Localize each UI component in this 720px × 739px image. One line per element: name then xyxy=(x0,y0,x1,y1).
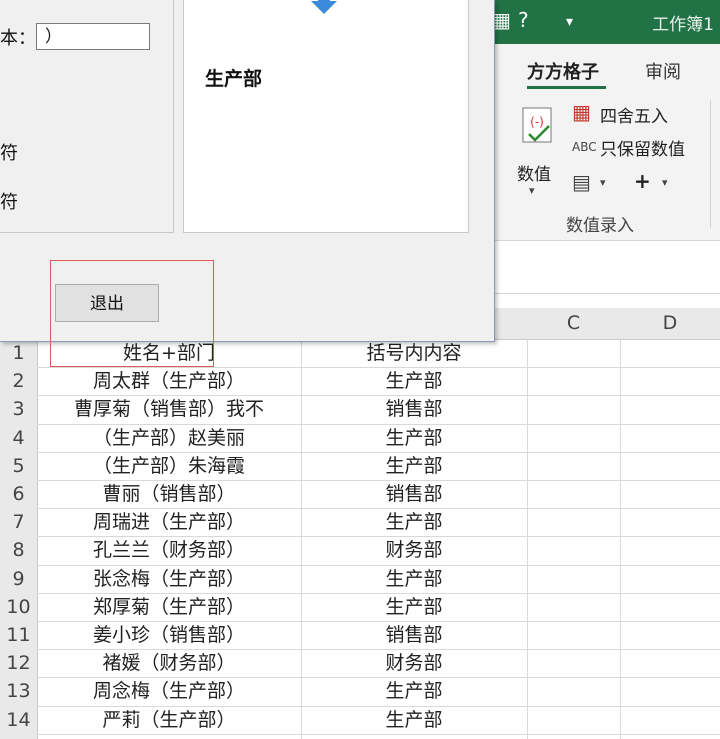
text-label: 本： xyxy=(0,28,36,49)
cell-bracket-content[interactable]: 财务部 xyxy=(301,649,527,677)
numeric-button[interactable]: (-) 数值 ▾ xyxy=(513,102,559,197)
cell-bracket-content[interactable]: 生产部 xyxy=(301,706,527,734)
preview-panel: 生产部 xyxy=(183,0,469,233)
cell-bracket-content[interactable]: 销售部 xyxy=(301,480,527,508)
help-icon[interactable]: ? xyxy=(518,8,529,32)
workbook-title: 工作簿1 xyxy=(652,15,714,35)
plus-icon[interactable]: + xyxy=(634,169,651,193)
chevron-down-icon: ▾ xyxy=(529,184,535,197)
option-label-1[interactable]: 符 xyxy=(0,139,18,165)
end-char-input[interactable]: ） xyxy=(36,23,150,50)
keep-numeric-button[interactable]: 只保留数值 xyxy=(600,135,685,160)
tab-fangfang[interactable]: 方方格子 xyxy=(527,58,599,84)
cell-bracket-content[interactable]: 生产部 xyxy=(301,677,527,705)
abc-icon: ABC xyxy=(572,140,597,154)
cell-name-dept[interactable]: 严莉（生产部） xyxy=(37,706,301,734)
cell-bracket-content[interactable]: 生产部 xyxy=(301,424,527,452)
row-header[interactable]: 4 xyxy=(0,424,37,452)
cell-bracket-content[interactable]: 生产部 xyxy=(301,452,527,480)
row-header[interactable]: 8 xyxy=(0,536,37,564)
row-header[interactable]: 14 xyxy=(0,706,37,734)
round-button[interactable]: 四舍五入 xyxy=(600,102,668,127)
cell-name-dept[interactable]: 曹丽（销售部） xyxy=(37,480,301,508)
chevron-down-icon[interactable]: ▾ xyxy=(600,176,606,189)
group-divider xyxy=(710,100,711,228)
row-header[interactable]: 1 xyxy=(0,339,37,367)
row-header[interactable]: 3 xyxy=(0,395,37,423)
cell-name-dept[interactable]: （生产部）朱海霞 xyxy=(37,452,301,480)
numeric-icon: (-) xyxy=(522,107,552,143)
row-divider xyxy=(37,733,720,735)
cell-name-dept[interactable]: 姜小珍（销售部） xyxy=(37,621,301,649)
column-divider xyxy=(527,339,528,739)
numeric-label: 数值 xyxy=(517,165,551,185)
row-header[interactable]: 10 xyxy=(0,593,37,621)
cell-name-dept[interactable]: 周太群（生产部） xyxy=(37,367,301,395)
option-label-2[interactable]: 符 xyxy=(0,188,18,214)
cell-name-dept[interactable]: 张念梅（生产部） xyxy=(37,565,301,593)
cell-name-dept[interactable]: 孔兰兰（财务部） xyxy=(37,536,301,564)
row-header[interactable]: 5 xyxy=(0,452,37,480)
cell-bracket-content[interactable]: 生产部 xyxy=(301,565,527,593)
row-header[interactable]: 9 xyxy=(0,565,37,593)
row-header[interactable]: 11 xyxy=(0,621,37,649)
row-header[interactable]: 12 xyxy=(0,649,37,677)
cell-name-dept[interactable]: 曹厚菊（销售部）我不 xyxy=(37,395,301,423)
spreadsheet-grid: C D 1 姓名+部门 括号内内容 2 周太群（生产部） 生产部 3 曹厚菊（销售部）我不 销售… xyxy=(0,308,720,739)
cell-name-dept[interactable]: （生产部）赵美丽 xyxy=(37,424,301,452)
round-icon: ▦ xyxy=(572,100,591,124)
highlight-box xyxy=(50,260,214,367)
cell-name-dept[interactable]: 周瑞进（生产部） xyxy=(37,508,301,536)
header-cell-bracket-content[interactable]: 括号内内容 xyxy=(301,339,527,367)
cell-name-dept[interactable]: 褚媛（财务部） xyxy=(37,649,301,677)
cell-bracket-content[interactable]: 销售部 xyxy=(301,395,527,423)
column-header-c[interactable]: C xyxy=(527,312,620,334)
cell-bracket-content[interactable]: 生产部 xyxy=(301,367,527,395)
cell-bracket-content[interactable]: 生产部 xyxy=(301,508,527,536)
cell-bracket-content[interactable]: 财务部 xyxy=(301,536,527,564)
svg-text:(-): (-) xyxy=(530,115,544,129)
arrow-down-icon xyxy=(311,0,337,14)
tab-review[interactable]: 审阅 xyxy=(645,58,681,84)
preview-text: 生产部 xyxy=(205,68,263,90)
row-header[interactable]: 6 xyxy=(0,480,37,508)
group-label: 数值录入 xyxy=(566,216,634,236)
cell-bracket-content[interactable]: 销售部 xyxy=(301,621,527,649)
row-header[interactable]: 13 xyxy=(0,677,37,705)
edit-cell-icon[interactable]: ▤ xyxy=(572,170,591,194)
row-header[interactable]: 2 xyxy=(0,367,37,395)
customize-qat-icon[interactable]: ▾ xyxy=(566,14,573,30)
cell-bracket-content[interactable]: 生产部 xyxy=(301,593,527,621)
row-header[interactable]: 7 xyxy=(0,508,37,536)
active-tab-underline xyxy=(527,86,606,89)
chevron-down-icon[interactable]: ▾ xyxy=(662,176,668,189)
cell-name-dept[interactable]: 郑厚菊（生产部） xyxy=(37,593,301,621)
column-header-d[interactable]: D xyxy=(620,312,720,334)
cell-name-dept[interactable]: 周念梅（生产部） xyxy=(37,677,301,705)
column-divider xyxy=(620,339,621,739)
